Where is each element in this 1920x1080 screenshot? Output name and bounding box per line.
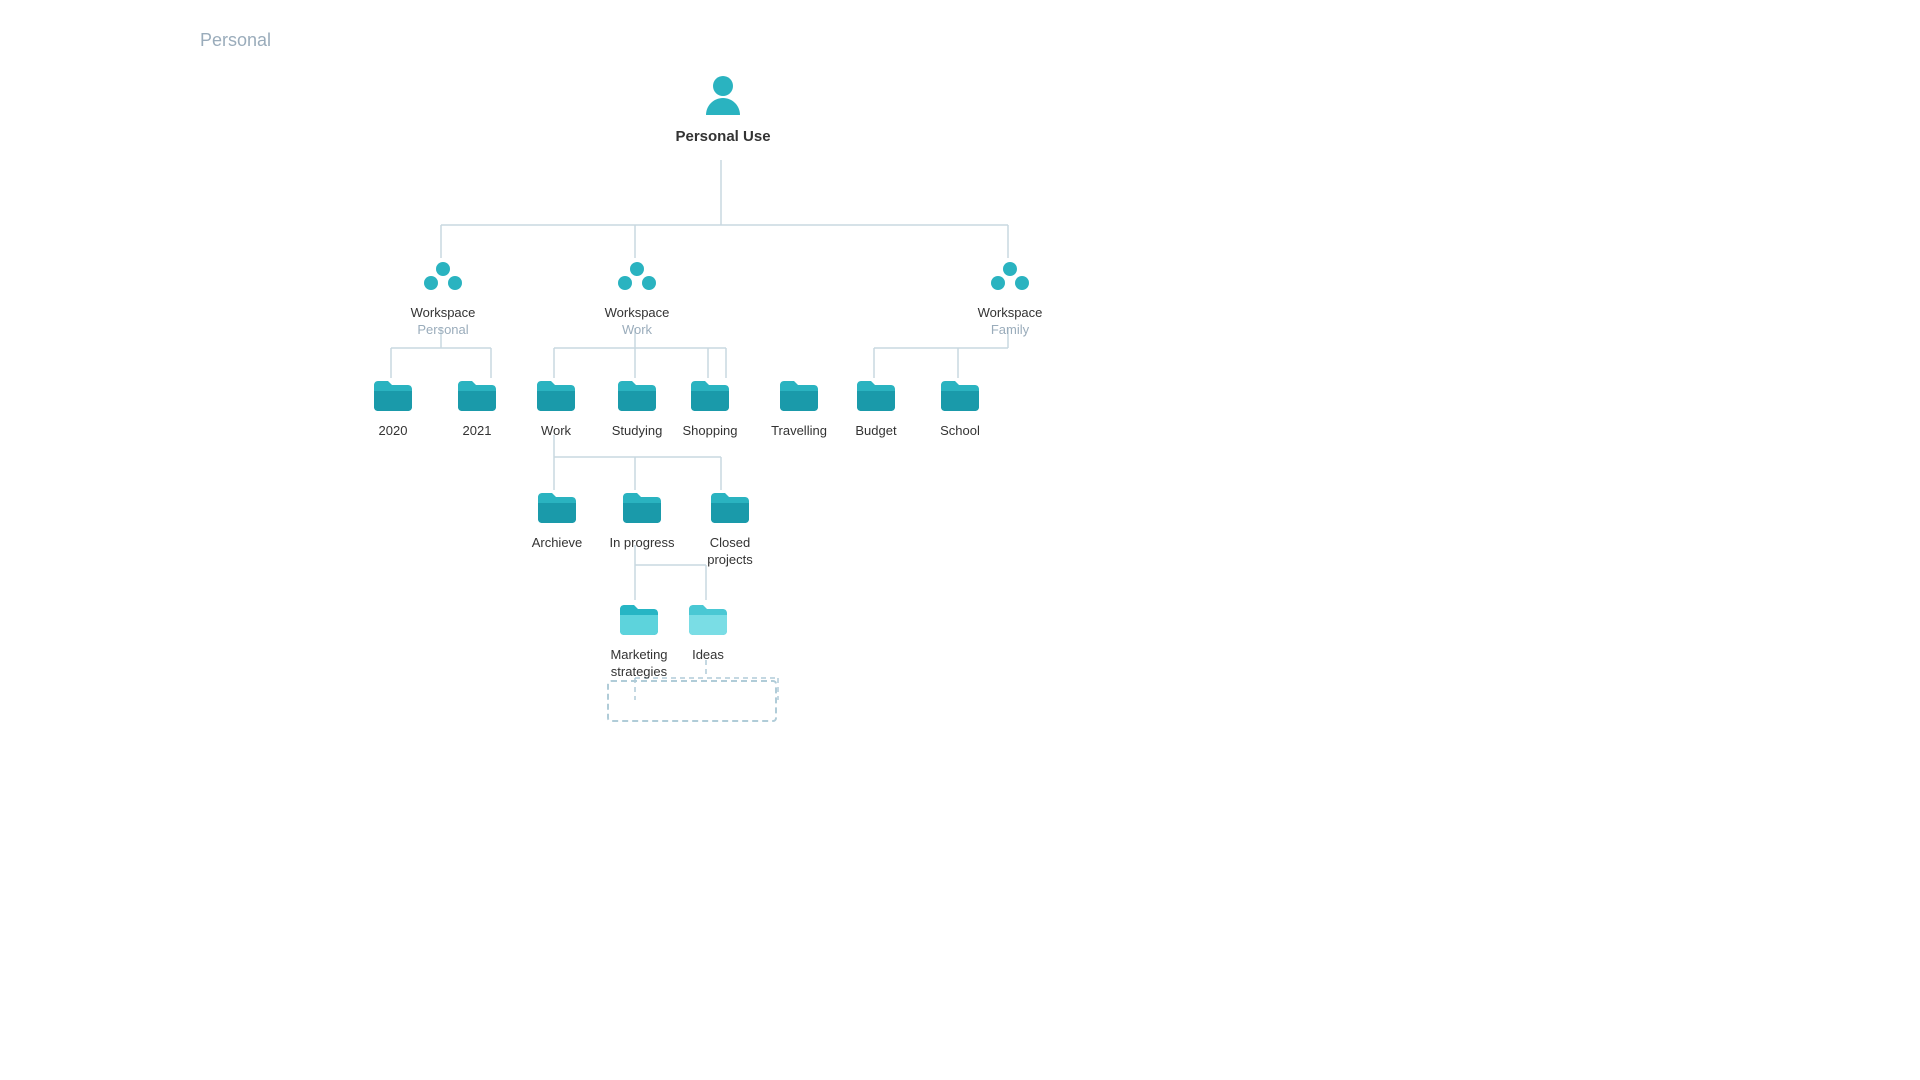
folder-archieve-icon <box>535 485 579 529</box>
folder-ideas-label: Ideas <box>692 647 724 664</box>
workspace-personal-icon <box>421 255 465 299</box>
folder-work[interactable]: Work <box>526 373 586 440</box>
folder-2020-label: 2020 <box>379 423 408 440</box>
workspace-work-line1: Workspace <box>605 305 670 322</box>
workspace-family-line1: Workspace <box>978 305 1043 322</box>
folder-2021-icon <box>455 373 499 417</box>
workspace-family-icon <box>988 255 1032 299</box>
folder-archieve-label: Archieve <box>532 535 583 552</box>
folder-2020-icon <box>371 373 415 417</box>
folder-studying-icon <box>615 373 659 417</box>
folder-inprogress[interactable]: In progress <box>607 485 677 552</box>
folder-travelling-label: Travelling <box>771 423 827 440</box>
folder-closed-projects[interactable]: Closed projects <box>690 485 770 569</box>
folder-marketing-label: Marketingstrategies <box>610 647 667 681</box>
page-label: Personal <box>200 30 271 51</box>
folder-school-label: School <box>940 423 980 440</box>
folder-shopping[interactable]: Shopping <box>680 373 740 440</box>
root-label: Personal Use <box>675 127 770 147</box>
folder-budget[interactable]: Budget <box>846 373 906 440</box>
folder-travelling-icon <box>777 373 821 417</box>
folder-studying-label: Studying <box>612 423 663 440</box>
workspace-personal-line2: Personal <box>417 322 468 339</box>
dashed-placeholder <box>607 680 777 722</box>
folder-2021-label: 2021 <box>463 423 492 440</box>
root-node[interactable]: Personal Use <box>693 75 753 147</box>
folder-budget-icon <box>854 373 898 417</box>
workspace-personal[interactable]: Workspace Personal <box>413 255 473 339</box>
folder-closed-icon <box>708 485 752 529</box>
person-icon <box>701 75 745 119</box>
workspace-personal-line1: Workspace <box>411 305 476 322</box>
folder-travelling[interactable]: Travelling <box>764 373 834 440</box>
folder-inprogress-icon <box>620 485 664 529</box>
folder-budget-label: Budget <box>855 423 896 440</box>
folder-2020[interactable]: 2020 <box>363 373 423 440</box>
folder-work-label: Work <box>541 423 571 440</box>
folder-work-icon <box>534 373 578 417</box>
folder-studying[interactable]: Studying <box>607 373 667 440</box>
folder-school[interactable]: School <box>930 373 990 440</box>
folder-marketing-icon <box>617 597 661 641</box>
folder-closed-label: Closed projects <box>690 535 770 569</box>
folder-shopping-icon <box>688 373 732 417</box>
folder-2021[interactable]: 2021 <box>447 373 507 440</box>
workspace-family[interactable]: Workspace Family <box>980 255 1040 339</box>
workspace-family-line2: Family <box>991 322 1029 339</box>
workspace-work-icon <box>615 255 659 299</box>
folder-marketing[interactable]: Marketingstrategies <box>603 597 675 681</box>
folder-ideas-icon <box>686 597 730 641</box>
folder-school-icon <box>938 373 982 417</box>
folder-ideas[interactable]: Ideas <box>678 597 738 664</box>
workspace-work-line2: Work <box>622 322 652 339</box>
workspace-work[interactable]: Workspace Work <box>607 255 667 339</box>
folder-shopping-label: Shopping <box>683 423 738 440</box>
folder-inprogress-label: In progress <box>609 535 674 552</box>
folder-archieve[interactable]: Archieve <box>526 485 588 552</box>
